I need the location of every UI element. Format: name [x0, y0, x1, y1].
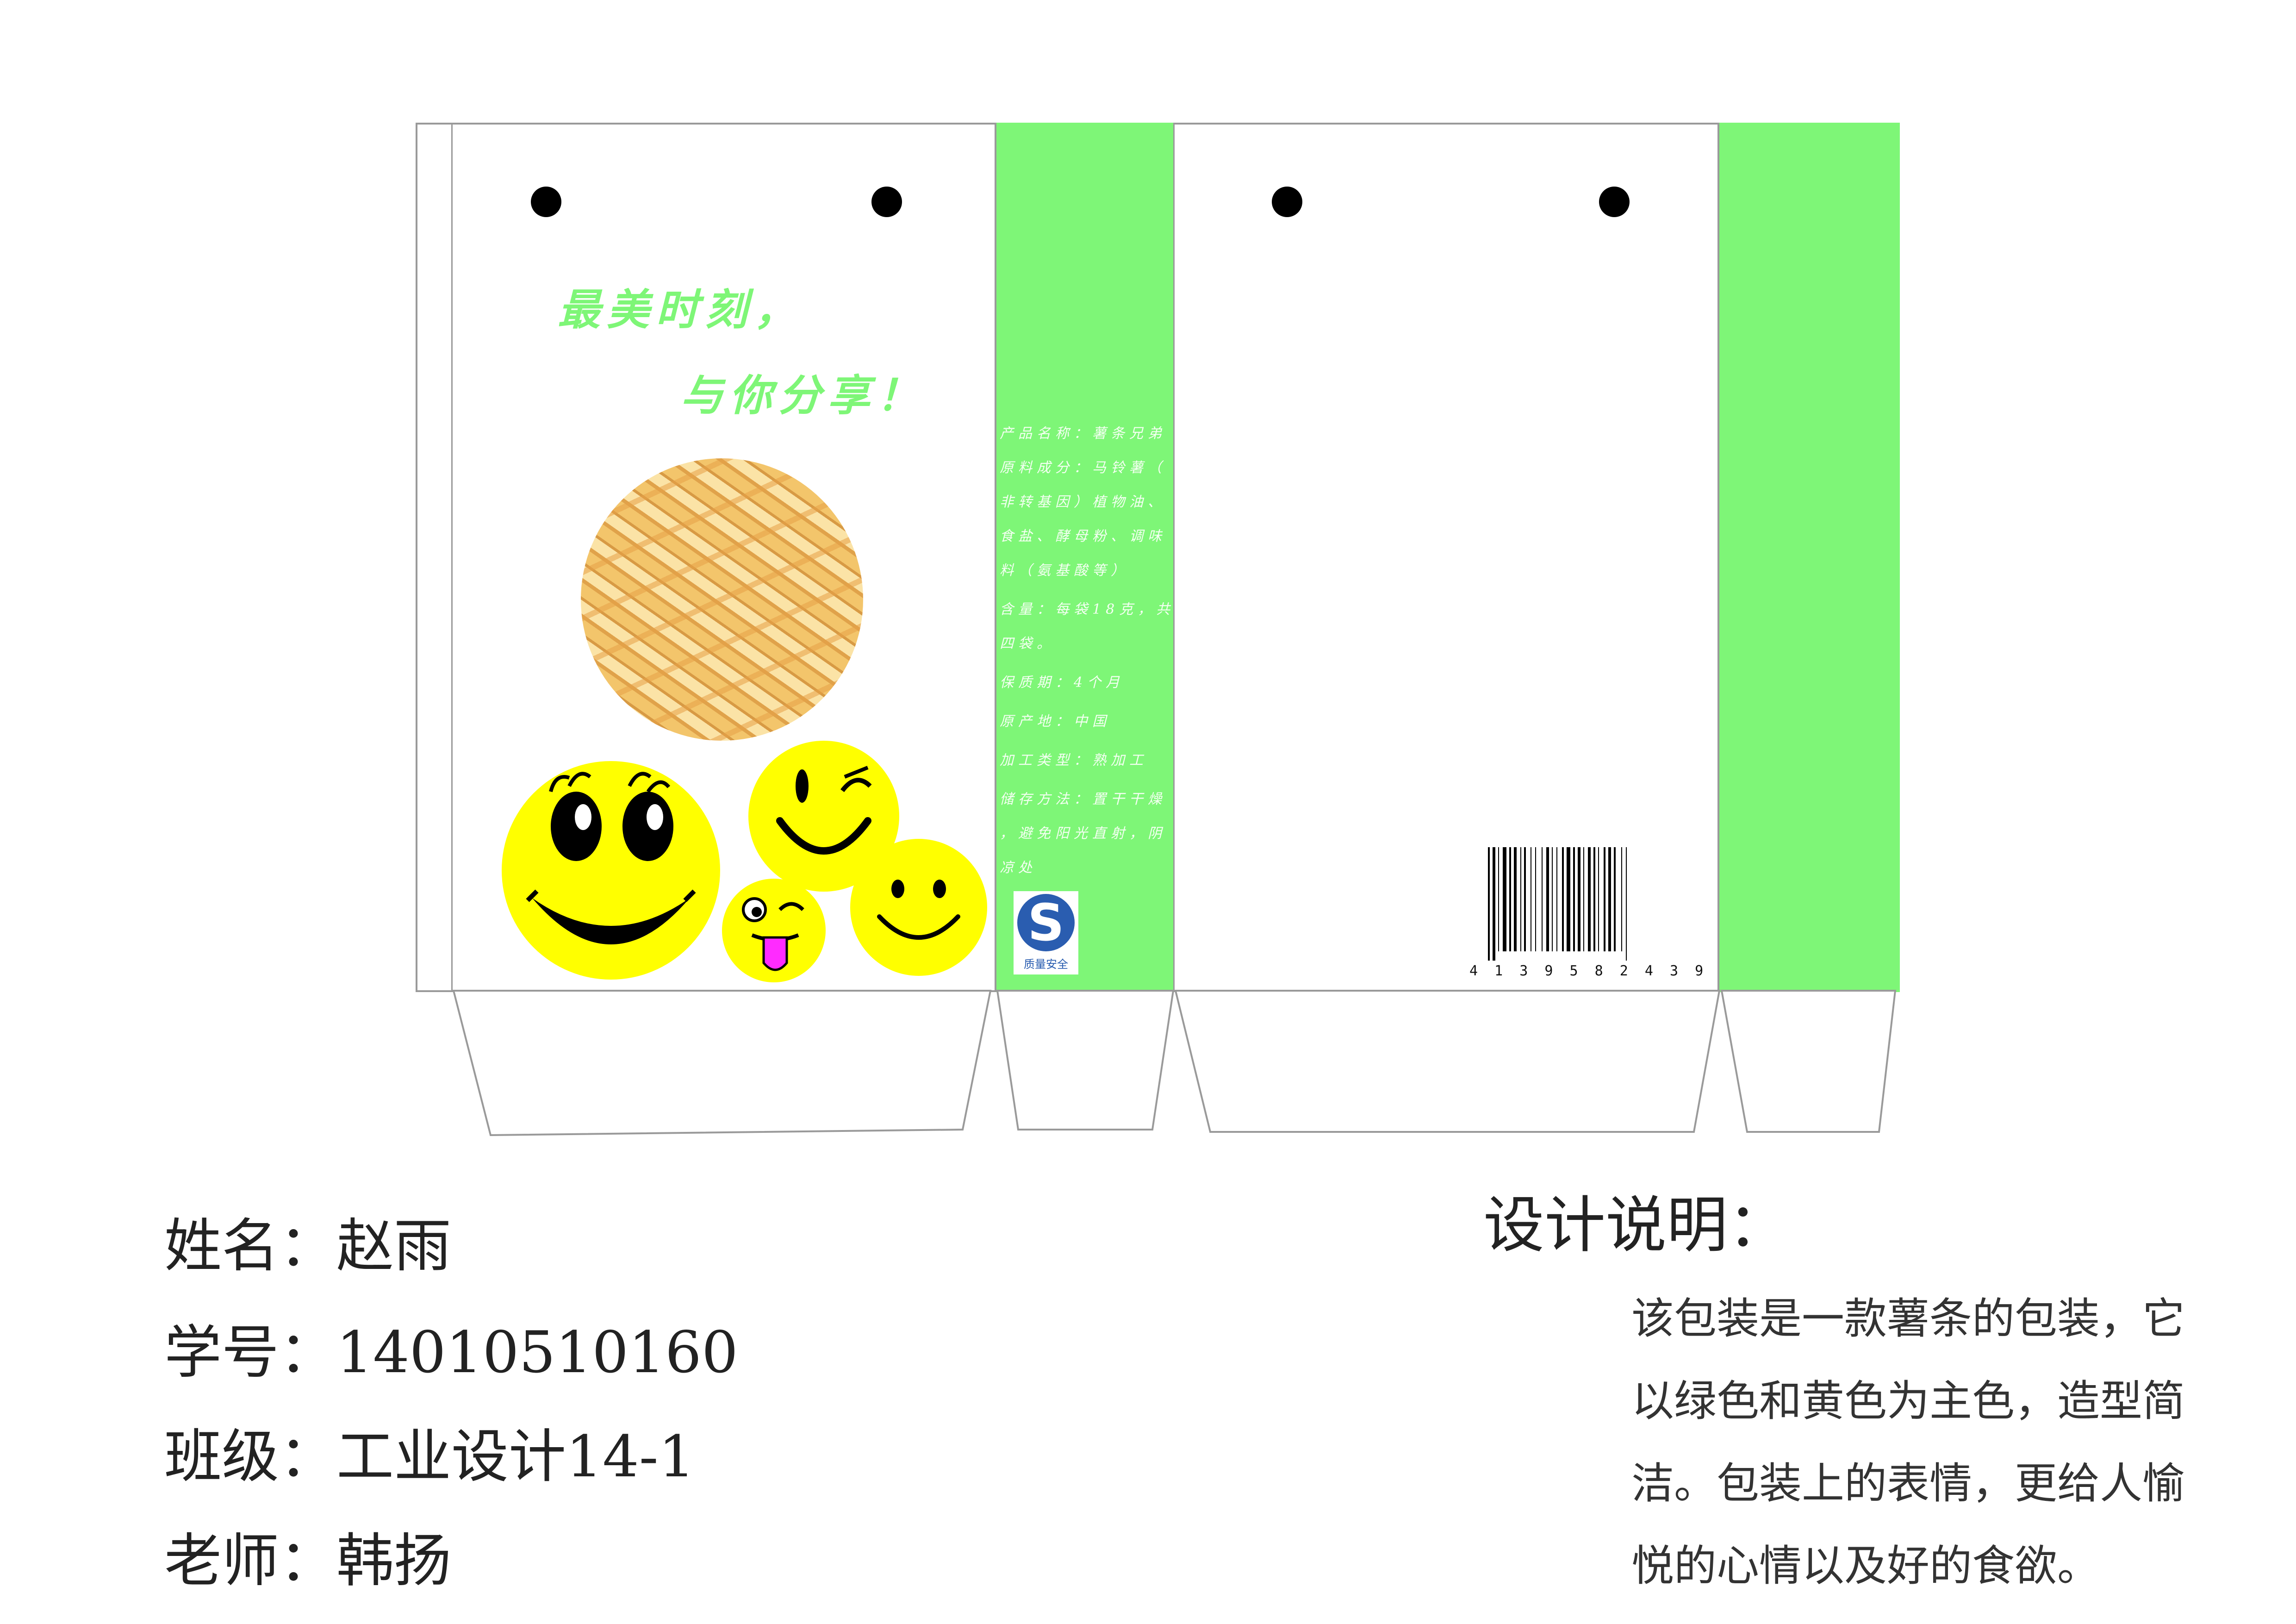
simple-smiley-emoji [850, 839, 987, 976]
teacher-label: 老师： [164, 1528, 337, 1594]
info-line: 含量：每袋18克，共 [1000, 601, 1175, 618]
hanging-hole [531, 187, 561, 217]
qs-caption: 质量安全 [1024, 958, 1068, 971]
slogan-line-1: 最美时刻， [558, 285, 803, 335]
info-line: ，避免阳光直射，阴 [1000, 825, 1166, 842]
info-line: 四袋。 [1000, 636, 1055, 652]
qs-mark: S [1017, 894, 1075, 951]
info-line: 保质期：4个月 [1000, 675, 1125, 691]
tongue-smiley-emoji [722, 879, 826, 982]
bottom-flaps [452, 990, 1897, 1137]
info-line: 产品名称：薯条兄弟 [1000, 425, 1166, 442]
design-notes-body: 该包装是一款薯条的包装，它 以绿色和黄色为主色，造型简 洁。包装上的表情，更给人… [1631, 1278, 2247, 1607]
info-line: 储存方法：置干干燥 [1000, 791, 1166, 807]
info-line: 凉处 [1000, 860, 1037, 876]
design-notes-line: 洁。包装上的表情，更给人愉 [1631, 1459, 2185, 1508]
slogan-line-2: 与你分享！ [680, 370, 926, 420]
name-row: 姓名：赵雨 [164, 1199, 451, 1282]
info-line: 原料成分：马铃薯（ [1000, 460, 1166, 476]
side-panel-right [1719, 123, 1900, 992]
design-notes-title: 设计说明： [1483, 1190, 1789, 1261]
barcode [1488, 847, 1627, 961]
name-value: 赵雨 [336, 1213, 452, 1280]
big-smiley-emoji [502, 761, 720, 980]
class-value: 工业设计14-1 [336, 1424, 695, 1490]
info-line: 食盐、酵母粉、调味 [1000, 528, 1166, 544]
student-id-label: 学号： [164, 1319, 337, 1386]
qs-quality-logo: S 质量安全 [1014, 891, 1078, 974]
glue-flap [416, 123, 453, 992]
hanging-hole [871, 187, 902, 217]
design-notes-line: 该包装是一款薯条的包装，它 [1631, 1294, 2185, 1343]
teacher-row: 老师：韩扬 [164, 1514, 451, 1597]
student-id-value: 14010510160 [336, 1319, 738, 1386]
info-line: 原产地：中国 [1000, 713, 1111, 730]
hanging-hole [1599, 187, 1630, 217]
info-line: 料（氨基酸等） [1000, 562, 1129, 579]
info-line: 加工类型：熟加工 [1000, 752, 1148, 768]
hanging-hole [1272, 187, 1302, 217]
design-notes-line: 以绿色和黄色为主色，造型简 [1631, 1376, 2185, 1426]
name-label: 姓名： [164, 1213, 337, 1280]
class-label: 班级： [164, 1424, 337, 1490]
teacher-value: 韩扬 [336, 1528, 452, 1594]
class-row: 班级：工业设计14-1 [164, 1410, 695, 1493]
info-line: 非转基因）植物油、 [1000, 494, 1166, 510]
design-notes-line: 悦的心情以及好的食欲。 [1631, 1541, 2100, 1591]
student-id-row: 学号：14010510160 [164, 1305, 738, 1389]
product-info: 产品名称：薯条兄弟 原料成分：马铃薯（ 非转基因）植物油、 食盐、酵母粉、调味 … [1000, 417, 1175, 885]
french-fries-photo [581, 458, 863, 741]
